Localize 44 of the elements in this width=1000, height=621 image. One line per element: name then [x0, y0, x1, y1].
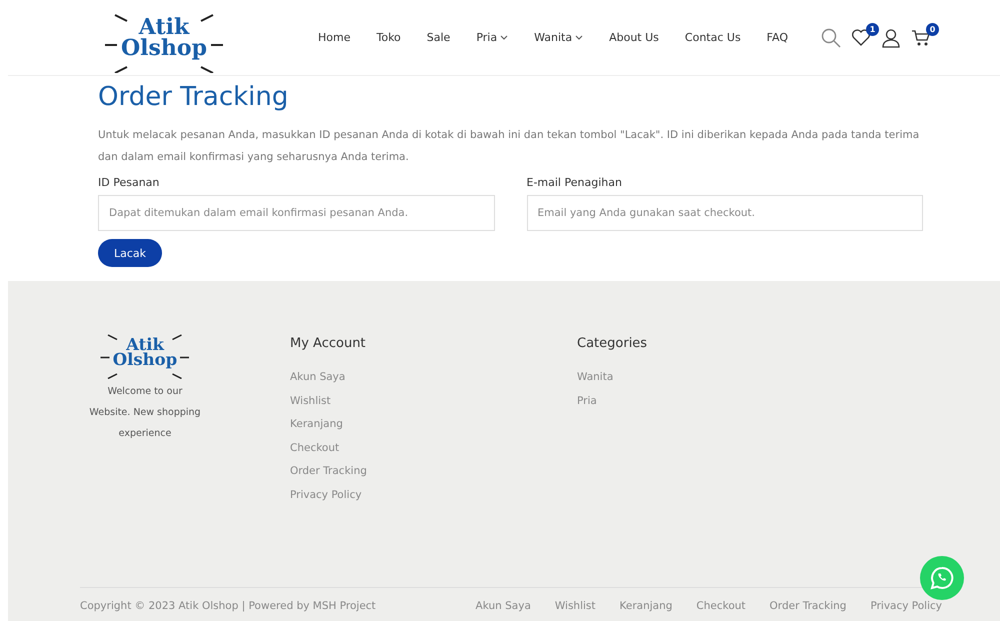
footer-link[interactable]: Akun Saya	[290, 371, 577, 383]
cart-count: 0	[926, 22, 939, 36]
footer-link[interactable]: Order Tracking	[770, 600, 846, 612]
footer-link[interactable]: Privacy Policy	[290, 488, 577, 500]
footer-link[interactable]: Wishlist	[290, 394, 577, 406]
tagline: Welcome to our Website. New shopping experience	[89, 384, 201, 440]
heart-icon[interactable]	[850, 28, 871, 46]
nav-link[interactable]: Pria	[463, 31, 522, 44]
nav-link[interactable]: Wanita	[521, 31, 596, 44]
footer-link[interactable]: Keranjang	[290, 418, 577, 430]
footer-link[interactable]: Akun Saya	[476, 600, 531, 612]
cart-icon[interactable]	[910, 28, 931, 46]
chevron-down-icon	[575, 35, 584, 40]
footer-link[interactable]: Order Tracking	[290, 465, 577, 477]
footer-link[interactable]: Keranjang	[620, 600, 672, 612]
logo-text[interactable]: Atik Olshop	[121, 16, 207, 58]
chevron-down-icon	[500, 35, 508, 40]
footer-link[interactable]: Checkout	[696, 600, 746, 612]
column-title: My Account	[290, 336, 367, 351]
copyright-text: Copyright © 2023 Atik Olshop | Powered by MSH Project	[80, 600, 376, 612]
footer-link[interactable]: Pria	[577, 394, 864, 406]
nav-link[interactable]: Contac Us	[672, 31, 754, 44]
footer-link[interactable]: Checkout	[290, 442, 577, 454]
field-label: E-mail Penagihan	[526, 176, 623, 189]
footer-link[interactable]: Wishlist	[554, 600, 596, 612]
nav-link[interactable]: FAQ	[754, 31, 801, 44]
footer-link[interactable]: Privacy Policy	[870, 600, 942, 612]
input-field[interactable]: Email yang Anda gunakan saat checkout.	[526, 195, 923, 231]
user-icon[interactable]	[880, 28, 901, 48]
wishlist-count: 1	[866, 22, 879, 36]
field-label: ID Pesanan	[98, 176, 160, 189]
nav-link[interactable]: Sale	[414, 31, 464, 44]
track-button[interactable]: Lacak	[98, 239, 162, 267]
nav-link[interactable]: About Us	[596, 31, 672, 44]
whatsapp-icon	[930, 566, 954, 590]
input-field[interactable]: Dapat ditemukan dalam email konfirmasi pesanan Anda.	[98, 195, 494, 231]
nav-link[interactable]: Toko	[363, 31, 414, 44]
nav-link[interactable]: Home	[305, 31, 364, 44]
page-title: Order Tracking	[98, 82, 290, 112]
column-title: Categories	[577, 336, 648, 351]
search-icon[interactable]	[820, 28, 841, 48]
footer-link[interactable]: Wanita	[577, 371, 864, 383]
logo-text[interactable]: Atik Olshop	[112, 336, 178, 368]
intro-text: Untuk melacak pesanan Anda, masukkan ID pesanan Anda di kotak di bawah ini dan tekan tombol "Lacak". ID ini diberikan kepada Anda pada tanda terima dan dalam email konfirmasi yang seharusnya Anda terima.	[98, 128, 920, 165]
